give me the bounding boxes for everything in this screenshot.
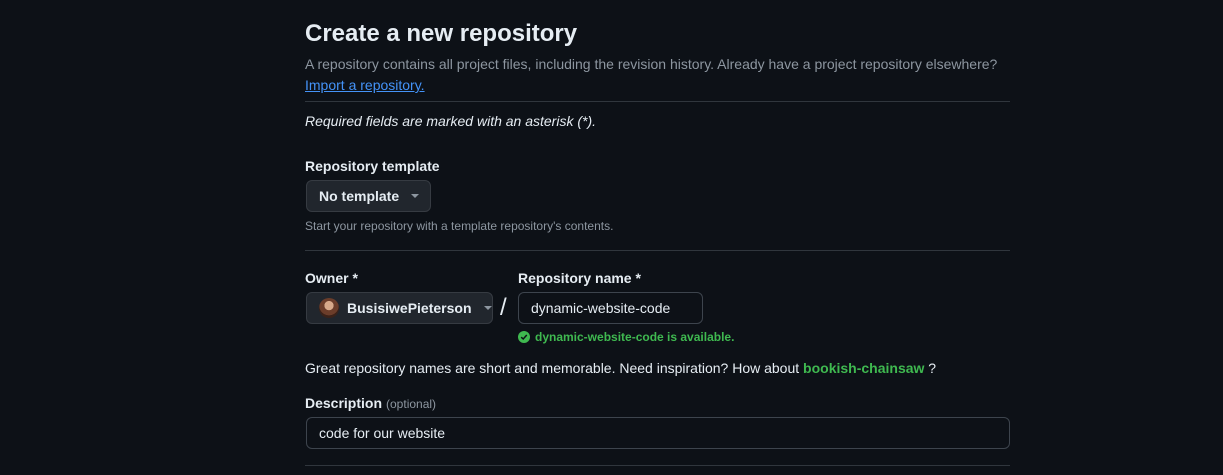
chevron-down-icon [483, 306, 492, 310]
page-title: Create a new repository [305, 20, 578, 47]
template-label: Repository template [305, 158, 440, 174]
owner-select-button[interactable]: BusisiwePieterson [306, 292, 493, 324]
repository-name-input[interactable]: dynamic-website-code [518, 292, 703, 324]
required-fields-note: Required fields are marked with an aster… [305, 113, 597, 129]
avatar [319, 298, 339, 318]
repository-name-value: dynamic-website-code [531, 300, 671, 316]
availability-status: dynamic-website-code is available. [518, 330, 734, 344]
divider [305, 465, 1010, 466]
page-subtitle: A repository contains all project files,… [305, 54, 1010, 96]
template-selected: No template [319, 188, 400, 204]
owner-label: Owner * [305, 270, 358, 286]
divider [305, 101, 1010, 102]
template-select-button[interactable]: No template [306, 180, 431, 212]
availability-text: dynamic-website-code is available. [535, 330, 735, 344]
description-input[interactable]: code for our website [306, 417, 1010, 449]
description-label-text: Description [305, 395, 383, 411]
name-inspiration: Great repository names are short and mem… [305, 360, 936, 376]
suggested-name-link[interactable]: bookish-chainsaw [803, 360, 924, 376]
owner-selected: BusisiwePieterson [347, 300, 472, 316]
page: Create a new repository A repository con… [0, 0, 1223, 475]
owner-repo-separator: / [500, 294, 507, 321]
description-label: Description (optional) [305, 395, 436, 411]
inspiration-end: ? [928, 360, 937, 376]
chevron-down-icon [411, 194, 420, 198]
description-value: code for our website [319, 425, 446, 441]
import-repository-link[interactable]: Import a repository. [305, 77, 425, 93]
inspiration-text: Great repository names are short and mem… [305, 360, 800, 376]
subtitle-text: A repository contains all project files,… [305, 56, 998, 72]
divider [305, 250, 1010, 251]
optional-hint: (optional) [386, 397, 437, 411]
template-note: Start your repository with a template re… [305, 219, 614, 233]
repository-name-label: Repository name * [518, 270, 641, 286]
check-circle-icon [518, 331, 530, 343]
